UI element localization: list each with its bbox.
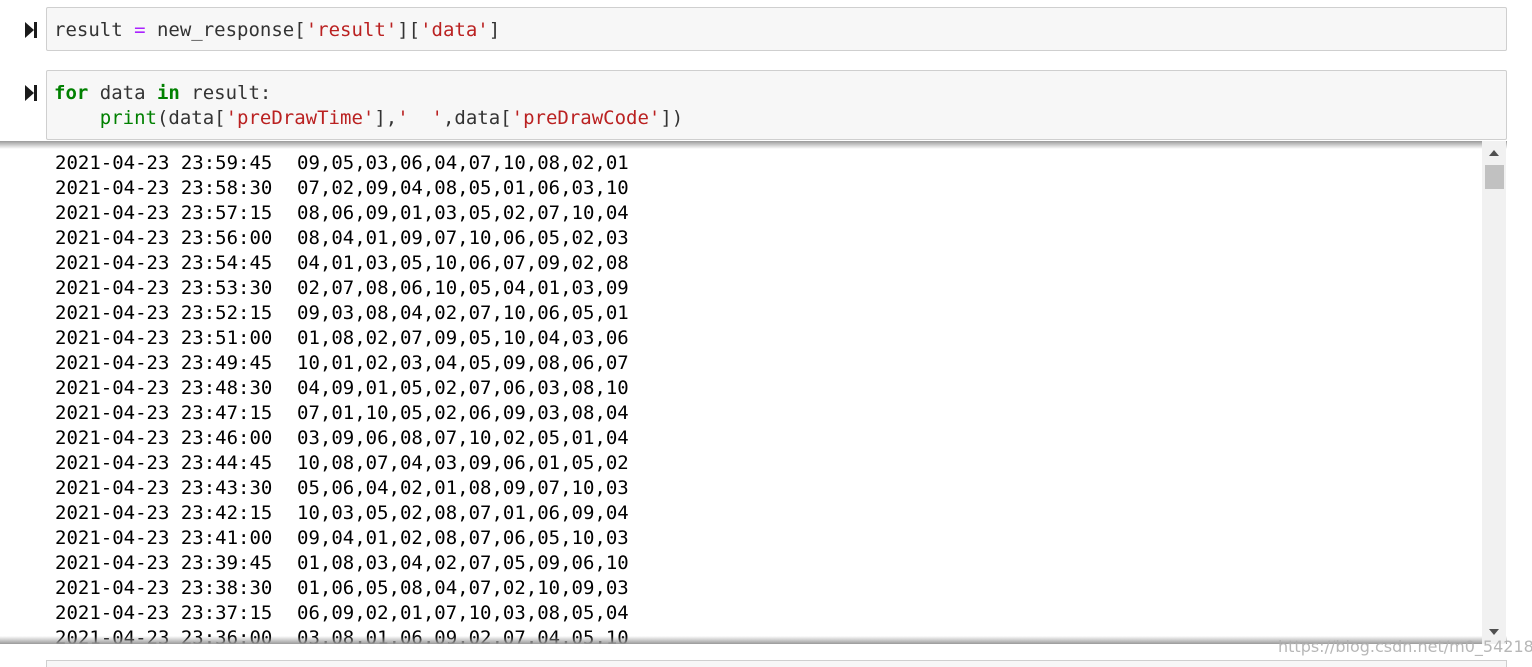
code-token: ] xyxy=(488,19,501,41)
draw-time: 2021-04-23 23:54:45 xyxy=(55,252,273,274)
code-token: ], xyxy=(374,107,398,129)
draw-time: 2021-04-23 23:41:00 xyxy=(55,527,273,549)
draw-code: 10,01,02,03,04,05,09,08,06,07 xyxy=(297,352,629,374)
scroll-up-arrow-icon[interactable] xyxy=(1482,143,1506,163)
notebook-page: result = new_response['result']['data'] … xyxy=(0,0,1532,667)
draw-time: 2021-04-23 23:58:30 xyxy=(55,177,273,199)
output-row: 2021-04-23 23:47:15 07,01,10,05,02,06,09,… xyxy=(55,401,629,426)
draw-time: 2021-04-23 23:59:45 xyxy=(55,152,273,174)
draw-time: 2021-04-23 23:43:30 xyxy=(55,477,273,499)
draw-time: 2021-04-23 23:53:30 xyxy=(55,277,273,299)
output-row: 2021-04-23 23:44:45 10,08,07,04,03,09,06,… xyxy=(55,451,629,476)
run-cell-icon[interactable] xyxy=(23,84,39,102)
draw-code: 01,08,02,07,09,05,10,04,03,06 xyxy=(297,327,629,349)
draw-code: 04,09,01,05,02,07,06,03,08,10 xyxy=(297,377,629,399)
output-text: 2021-04-23 23:59:45 09,05,03,06,04,07,10,… xyxy=(55,151,629,644)
scrollbar-thumb[interactable] xyxy=(1485,165,1504,189)
output-row: 2021-04-23 23:36:00 03,08,01,06,09,02,07,… xyxy=(55,626,629,644)
output-row: 2021-04-23 23:54:45 04,01,03,05,10,06,07,… xyxy=(55,251,629,276)
output-row: 2021-04-23 23:49:45 10,01,02,03,04,05,09,… xyxy=(55,351,629,376)
draw-time: 2021-04-23 23:51:00 xyxy=(55,327,273,349)
output-row: 2021-04-23 23:42:15 10,03,05,02,08,07,01,… xyxy=(55,501,629,526)
output-row: 2021-04-23 23:38:30 01,06,05,08,04,07,02,… xyxy=(55,576,629,601)
draw-time: 2021-04-23 23:42:15 xyxy=(55,502,273,524)
code-token: result: xyxy=(179,82,272,104)
output-row: 2021-04-23 23:56:00 08,04,01,09,07,10,06,… xyxy=(55,226,629,251)
draw-code: 01,06,05,08,04,07,02,10,09,03 xyxy=(297,577,629,599)
draw-time: 2021-04-23 23:38:30 xyxy=(55,577,273,599)
draw-code: 05,06,04,02,01,08,09,07,10,03 xyxy=(297,477,629,499)
draw-code: 03,08,01,06,09,02,07,04,05,10 xyxy=(297,627,629,644)
watermark: https://blog.csdn.net/m0_54218263 xyxy=(1278,637,1532,656)
draw-code: 01,08,03,04,02,07,05,09,06,10 xyxy=(297,552,629,574)
draw-code: 03,09,06,08,07,10,02,05,01,04 xyxy=(297,427,629,449)
output-row: 2021-04-23 23:57:15 08,06,09,01,03,05,02,… xyxy=(55,201,629,226)
draw-time: 2021-04-23 23:36:00 xyxy=(55,627,273,644)
code-token: ,data[ xyxy=(442,107,512,129)
code-token: new_response[ xyxy=(145,19,306,41)
string-token: 'result' xyxy=(305,19,398,41)
draw-code: 10,08,07,04,03,09,06,01,05,02 xyxy=(297,452,629,474)
output-row: 2021-04-23 23:59:45 09,05,03,06,04,07,10,… xyxy=(55,151,629,176)
draw-code: 07,01,10,05,02,06,09,03,08,04 xyxy=(297,402,629,424)
draw-code: 09,05,03,06,04,07,10,08,02,01 xyxy=(297,152,629,174)
output-row: 2021-04-23 23:53:30 02,07,08,06,10,05,04,… xyxy=(55,276,629,301)
code-token: ]) xyxy=(660,107,684,129)
draw-time: 2021-04-23 23:56:00 xyxy=(55,227,273,249)
string-token: 'preDrawCode' xyxy=(511,107,661,129)
draw-code: 09,04,01,02,08,07,06,05,10,03 xyxy=(297,527,629,549)
output-row: 2021-04-23 23:41:00 09,04,01,02,08,07,06,… xyxy=(55,526,629,551)
code-line: result = new_response['result']['data'] xyxy=(54,18,500,43)
cell-output[interactable]: 2021-04-23 23:59:45 09,05,03,06,04,07,10,… xyxy=(0,141,1507,644)
operator-token: = xyxy=(134,19,146,41)
builtin-token: print xyxy=(99,107,157,129)
draw-code: 06,09,02,01,07,10,03,08,05,04 xyxy=(297,602,629,624)
keyword-token: for xyxy=(54,82,89,104)
string-token: 'data' xyxy=(420,19,489,41)
output-row: 2021-04-23 23:51:00 01,08,02,07,09,05,10,… xyxy=(55,326,629,351)
draw-code: 08,04,01,09,07,10,06,05,02,03 xyxy=(297,227,629,249)
code-token: result xyxy=(54,19,135,41)
run-cell-icon[interactable] xyxy=(23,21,39,39)
draw-code: 04,01,03,05,10,06,07,09,02,08 xyxy=(297,252,629,274)
code-cell-2[interactable]: for data in result: print(data['preDrawT… xyxy=(46,70,1507,140)
code-line: for data in result: xyxy=(54,81,271,106)
draw-time: 2021-04-23 23:52:15 xyxy=(55,302,273,324)
output-row: 2021-04-23 23:39:45 01,08,03,04,02,07,05,… xyxy=(55,551,629,576)
draw-code: 02,07,08,06,10,05,04,01,03,09 xyxy=(297,277,629,299)
keyword-token: in xyxy=(156,82,180,104)
draw-code: 07,02,09,04,08,05,01,06,03,10 xyxy=(297,177,629,199)
string-token: 'preDrawTime' xyxy=(225,107,375,129)
draw-code: 10,03,05,02,08,07,01,06,09,04 xyxy=(297,502,629,524)
output-scrollbar[interactable] xyxy=(1482,141,1506,644)
code-line: print(data['preDrawTime'],' ',data['preD… xyxy=(54,106,683,131)
draw-time: 2021-04-23 23:46:00 xyxy=(55,427,273,449)
draw-time: 2021-04-23 23:39:45 xyxy=(55,552,273,574)
code-token: ][ xyxy=(397,19,421,41)
output-row: 2021-04-23 23:46:00 03,09,06,08,07,10,02,… xyxy=(55,426,629,451)
output-row: 2021-04-23 23:52:15 09,03,08,04,02,07,10,… xyxy=(55,301,629,326)
code-token: (data[ xyxy=(156,107,226,129)
code-cell-1[interactable]: result = new_response['result']['data'] xyxy=(46,7,1507,51)
output-row: 2021-04-23 23:37:15 06,09,02,01,07,10,03,… xyxy=(55,601,629,626)
draw-code: 09,03,08,04,02,07,10,06,05,01 xyxy=(297,302,629,324)
draw-time: 2021-04-23 23:37:15 xyxy=(55,602,273,624)
draw-time: 2021-04-23 23:57:15 xyxy=(55,202,273,224)
draw-code: 08,06,09,01,03,05,02,07,10,04 xyxy=(297,202,629,224)
output-row: 2021-04-23 23:48:30 04,09,01,05,02,07,06,… xyxy=(55,376,629,401)
output-row: 2021-04-23 23:43:30 05,06,04,02,01,08,09,… xyxy=(55,476,629,501)
string-token: ' ' xyxy=(397,107,443,129)
draw-time: 2021-04-23 23:48:30 xyxy=(55,377,273,399)
code-token: data xyxy=(88,82,157,104)
draw-time: 2021-04-23 23:47:15 xyxy=(55,402,273,424)
draw-time: 2021-04-23 23:44:45 xyxy=(55,452,273,474)
draw-time: 2021-04-23 23:49:45 xyxy=(55,352,273,374)
output-row: 2021-04-23 23:58:30 07,02,09,04,08,05,01,… xyxy=(55,176,629,201)
code-cell-3[interactable] xyxy=(46,660,1507,667)
